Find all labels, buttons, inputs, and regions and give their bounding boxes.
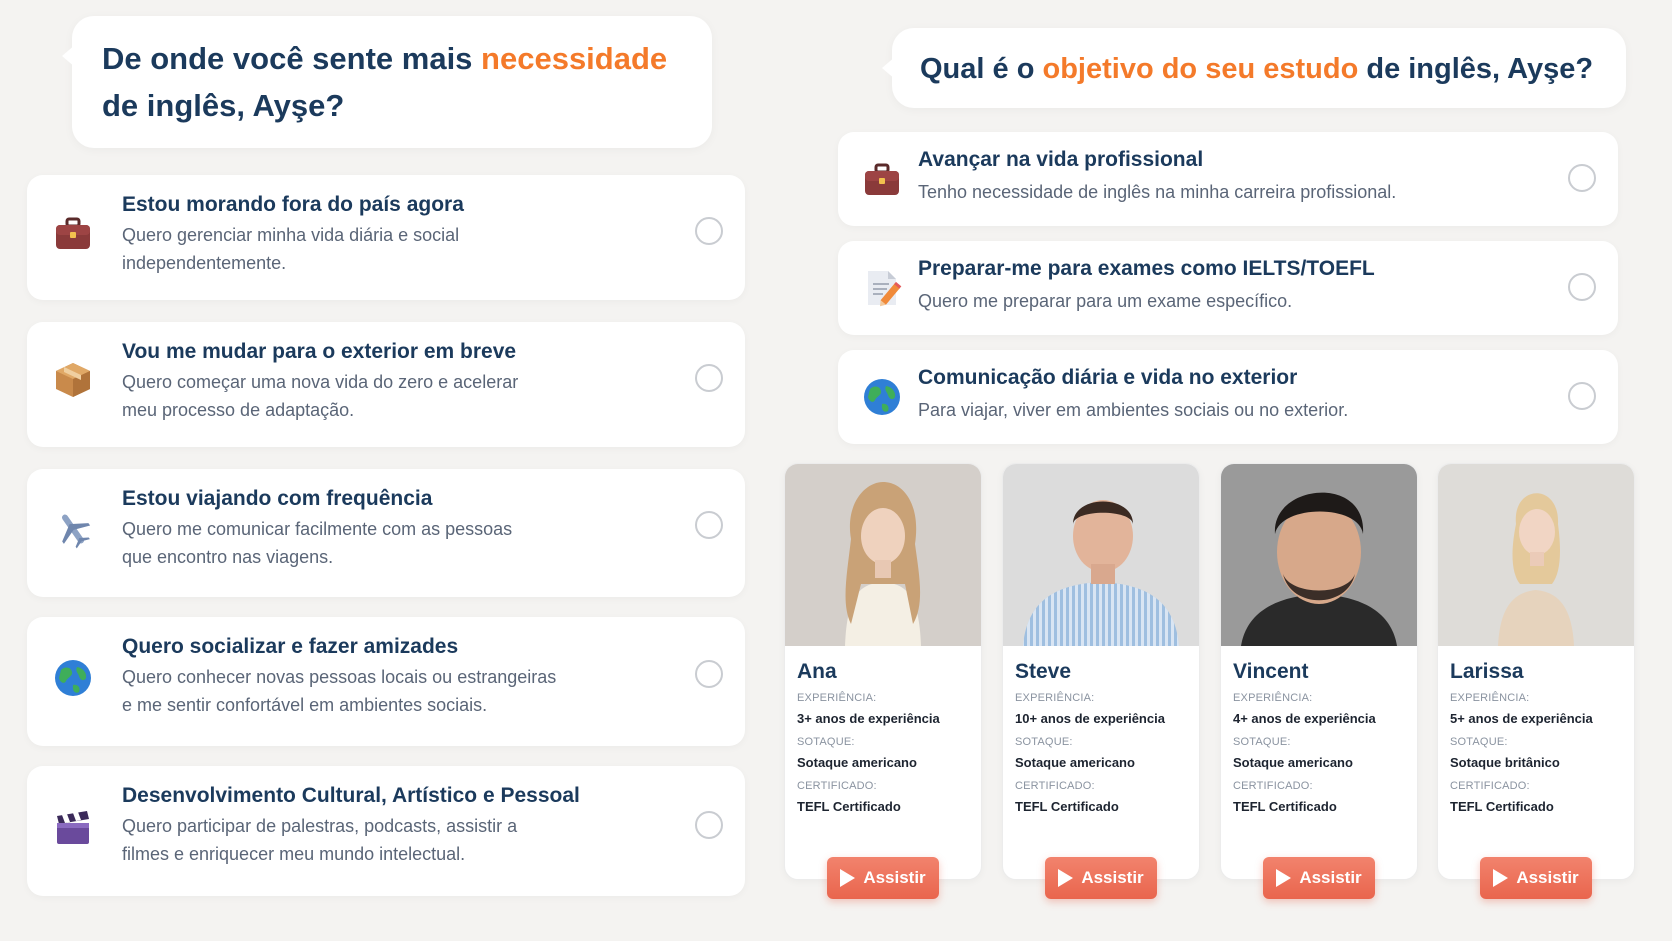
certified-label: CERTIFICADO:: [1015, 780, 1095, 792]
teacher-photo: [785, 464, 981, 646]
question-goal-suffix: de inglês, Ayşe?: [1358, 53, 1594, 85]
experience-value: 4+ anos de experiência: [1233, 711, 1376, 726]
experience-label: EXPERIÊNCIA:: [797, 692, 877, 704]
teacher-photo: [1438, 464, 1634, 646]
certified-label: CERTIFICADO:: [1450, 780, 1530, 792]
document-pencil-icon: [868, 271, 902, 307]
question-need-suffix: de inglês, Ayşe?: [102, 87, 345, 123]
option-career[interactable]: Avançar na vida profissional Tenho neces…: [838, 132, 1618, 226]
option-description: Quero começar uma nova vida do zero e ac…: [122, 372, 519, 420]
option-title: Vou me mudar para o exterior em breve: [122, 340, 517, 363]
teacher-card-steve[interactable]: Steve EXPERIÊNCIA: 10+ anos de experiênc…: [1002, 463, 1200, 899]
radio-button[interactable]: [695, 217, 723, 245]
option-socializing[interactable]: Quero socializar e fazer amizades Quero …: [27, 617, 745, 746]
accent-value: Sotaque americano: [797, 755, 917, 770]
option-title: Quero socializar e fazer amizades: [122, 635, 459, 658]
experience-value: 10+ anos de experiência: [1015, 711, 1165, 726]
radio-button[interactable]: [695, 660, 723, 688]
accent-label: SOTAQUE:: [1015, 736, 1073, 748]
option-description: Quero conhecer novas pessoas locais ou e…: [122, 667, 557, 715]
experience-value: 5+ anos de experiência: [1450, 711, 1593, 726]
certificate-value: TEFL Certificado: [1450, 799, 1554, 814]
option-description: Quero me preparar para um exame específi…: [918, 291, 1293, 311]
watch-button[interactable]: Assistir: [827, 857, 939, 899]
option-description: Para viajar, viver em ambientes sociais …: [918, 400, 1349, 420]
teacher-card-vincent[interactable]: Vincent EXPERIÊNCIA: 4+ anos de experiên…: [1220, 463, 1418, 899]
accent-value: Sotaque americano: [1015, 755, 1135, 770]
teacher-name: Steve: [1015, 660, 1072, 683]
question-goal-highlight: objetivo do seu estudo: [1042, 53, 1359, 85]
play-icon: [1493, 869, 1509, 887]
certified-label: CERTIFICADO:: [797, 780, 877, 792]
play-icon: [1276, 869, 1292, 887]
option-cultural-development[interactable]: Desenvolvimento Cultural, Artístico e Pe…: [27, 766, 745, 896]
radio-button[interactable]: [1568, 273, 1596, 301]
teacher-card-larissa[interactable]: Larissa EXPERIÊNCIA: 5+ anos de experiên…: [1437, 463, 1635, 899]
option-exam-prep[interactable]: Preparar-me para exames como IELTS/TOEFL…: [838, 241, 1618, 335]
accent-label: SOTAQUE:: [797, 736, 855, 748]
experience-label: EXPERIÊNCIA:: [1233, 692, 1313, 704]
certificate-value: TEFL Certificado: [1015, 799, 1119, 814]
option-title: Estou viajando com frequência: [122, 487, 433, 510]
watch-button[interactable]: Assistir: [1263, 857, 1375, 899]
option-description: Quero me comunicar facilmente com as pes…: [122, 519, 513, 567]
clapperboard-icon: [57, 811, 89, 844]
globe-icon: [55, 660, 91, 696]
question-bubble-goal: Qual é o objetivo do seu estudo de inglê…: [882, 28, 1626, 108]
option-moving-abroad[interactable]: Vou me mudar para o exterior em breve Qu…: [27, 322, 745, 447]
globe-icon: [864, 379, 900, 415]
certificate-value: TEFL Certificado: [1233, 799, 1337, 814]
experience-value: 3+ anos de experiência: [797, 711, 940, 726]
teacher-name: Ana: [797, 660, 837, 683]
option-title: Desenvolvimento Cultural, Artístico e Pe…: [122, 784, 580, 807]
question-goal-prefix: Qual é o: [920, 53, 1043, 85]
radio-button[interactable]: [1568, 164, 1596, 192]
radio-button[interactable]: [695, 364, 723, 392]
option-title: Avançar na vida profissional: [918, 148, 1204, 171]
radio-button[interactable]: [695, 811, 723, 839]
teacher-card-ana[interactable]: Ana EXPERIÊNCIA: 3+ anos de experiência …: [784, 463, 982, 899]
experience-label: EXPERIÊNCIA:: [1015, 692, 1095, 704]
box-icon: [56, 363, 90, 397]
play-icon: [840, 869, 856, 887]
option-description: Quero gerenciar minha vida diária e soci…: [122, 225, 460, 273]
option-daily-life-abroad[interactable]: Comunicação diária e vida no exterior Pa…: [838, 350, 1618, 444]
briefcase-icon: [865, 163, 899, 195]
certified-label: CERTIFICADO:: [1233, 780, 1313, 792]
play-icon: [1058, 869, 1074, 887]
option-living-abroad[interactable]: Estou morando fora do país agora Quero g…: [27, 175, 745, 300]
radio-button[interactable]: [1568, 382, 1596, 410]
question-goal-text: Qual é o objetivo do seu estudo de inglê…: [920, 48, 1598, 92]
teacher-name: Larissa: [1450, 660, 1524, 683]
watch-button[interactable]: Assistir: [1480, 857, 1592, 899]
option-title: Preparar-me para exames como IELTS/TOEFL: [918, 257, 1375, 280]
option-title: Comunicação diária e vida no exterior: [918, 366, 1298, 389]
watch-button[interactable]: Assistir: [1045, 857, 1157, 899]
radio-button[interactable]: [695, 511, 723, 539]
airplane-icon: [61, 514, 91, 549]
experience-label: EXPERIÊNCIA:: [1450, 692, 1530, 704]
accent-label: SOTAQUE:: [1233, 736, 1291, 748]
option-title: Estou morando fora do país agora: [122, 193, 464, 216]
teacher-photo: [1003, 464, 1199, 646]
accent-value: Sotaque americano: [1233, 755, 1353, 770]
question-need-prefix: De onde você sente mais: [102, 41, 482, 76]
option-description: Tenho necessidade de inglês na minha car…: [918, 182, 1397, 202]
briefcase-icon: [56, 217, 90, 249]
question-bubble-need: De onde você sente mais necessidade de i…: [62, 16, 712, 148]
option-description: Quero participar de palestras, podcasts,…: [122, 816, 518, 864]
teacher-name: Vincent: [1233, 660, 1309, 683]
question-need-highlight: necessidade: [481, 41, 668, 76]
question-need-text: De onde você sente mais necessidade de i…: [102, 36, 682, 129]
option-traveling[interactable]: Estou viajando com frequência Quero me c…: [27, 469, 745, 597]
accent-label: SOTAQUE:: [1450, 736, 1508, 748]
certificate-value: TEFL Certificado: [797, 799, 901, 814]
accent-value: Sotaque britânico: [1450, 755, 1560, 770]
teacher-photo: [1221, 464, 1417, 646]
